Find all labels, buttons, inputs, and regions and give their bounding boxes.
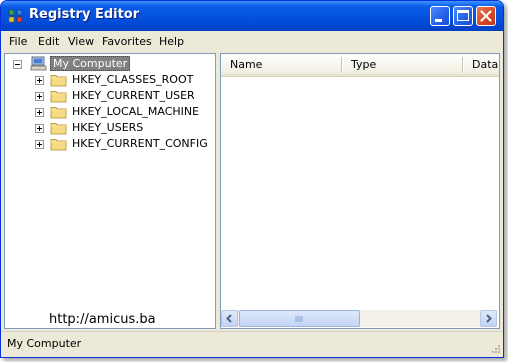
column-header-type[interactable]: Type xyxy=(342,54,462,76)
title-bar[interactable]: Registry Editor xyxy=(1,1,503,31)
menu-view[interactable]: View xyxy=(68,35,94,48)
expand-toggle[interactable] xyxy=(35,108,44,117)
tree-node-label: HKEY_USERS xyxy=(72,121,144,134)
regedit-icon xyxy=(8,9,23,23)
maximize-button[interactable] xyxy=(453,6,473,26)
watermark-text: http://amicus.ba xyxy=(49,312,156,327)
registry-editor-window: Registry Editor File Edit View Favorites… xyxy=(0,0,504,358)
main-panes: My Computer HKEY_CLASSES_ROOT HKEY_CURRE… xyxy=(4,53,500,329)
computer-icon xyxy=(30,56,47,71)
scroll-left-button[interactable] xyxy=(221,310,238,327)
status-path: My Computer xyxy=(7,337,82,350)
expand-toggle[interactable] xyxy=(35,92,44,101)
folder-icon xyxy=(50,91,67,103)
menu-help[interactable]: Help xyxy=(159,35,184,48)
window-title: Registry Editor xyxy=(29,7,140,22)
values-list-pane[interactable]: Name Type Data xyxy=(220,53,500,329)
tree-item-hkcc[interactable]: HKEY_CURRENT_CONFIG xyxy=(35,136,213,152)
folder-icon xyxy=(50,107,67,119)
tree-node-label: HKEY_CLASSES_ROOT xyxy=(72,73,194,86)
column-header-name[interactable]: Name xyxy=(221,54,341,76)
menu-bar: File Edit View Favorites Help xyxy=(1,31,503,53)
close-button[interactable] xyxy=(476,6,496,26)
tree-item-hku[interactable]: HKEY_USERS xyxy=(35,120,213,136)
close-icon xyxy=(480,10,492,22)
scroll-right-button[interactable] xyxy=(480,310,497,327)
folder-icon xyxy=(50,75,67,87)
folder-icon xyxy=(50,123,67,135)
tree-item-hkcu[interactable]: HKEY_CURRENT_USER xyxy=(35,88,213,104)
tree-item-hkcr[interactable]: HKEY_CLASSES_ROOT xyxy=(35,72,213,88)
maximize-icon xyxy=(457,10,469,21)
horizontal-scrollbar[interactable] xyxy=(221,310,497,327)
tree-node-label: HKEY_LOCAL_MACHINE xyxy=(72,105,200,118)
folder-icon xyxy=(50,139,67,151)
menu-edit[interactable]: Edit xyxy=(38,35,59,48)
resize-grip-icon[interactable] xyxy=(489,344,501,356)
tree-node-label: HKEY_CURRENT_USER xyxy=(72,89,195,102)
minimize-button[interactable] xyxy=(430,6,450,26)
scroll-thumb[interactable] xyxy=(239,310,360,327)
expand-toggle[interactable] xyxy=(35,76,44,85)
scroll-right-icon xyxy=(486,314,492,323)
grip-lines-icon xyxy=(295,316,303,322)
tree-root-label: My Computer xyxy=(50,56,131,71)
status-bar: My Computer xyxy=(1,331,503,357)
list-header: Name Type Data xyxy=(221,54,499,77)
key-tree-pane[interactable]: My Computer HKEY_CLASSES_ROOT HKEY_CURRE… xyxy=(4,53,216,329)
expand-toggle[interactable] xyxy=(35,124,44,133)
tree-item-my-computer[interactable]: My Computer xyxy=(13,56,213,72)
column-header-data[interactable]: Data xyxy=(463,54,499,76)
tree-item-hklm[interactable]: HKEY_LOCAL_MACHINE xyxy=(35,104,213,120)
tree-node-label: HKEY_CURRENT_CONFIG xyxy=(72,137,208,150)
collapse-toggle[interactable] xyxy=(13,60,22,69)
minimize-icon xyxy=(435,19,442,22)
menu-favorites[interactable]: Favorites xyxy=(102,35,152,48)
menu-file[interactable]: File xyxy=(9,35,27,48)
expand-toggle[interactable] xyxy=(35,140,44,149)
scroll-left-icon xyxy=(226,314,232,323)
